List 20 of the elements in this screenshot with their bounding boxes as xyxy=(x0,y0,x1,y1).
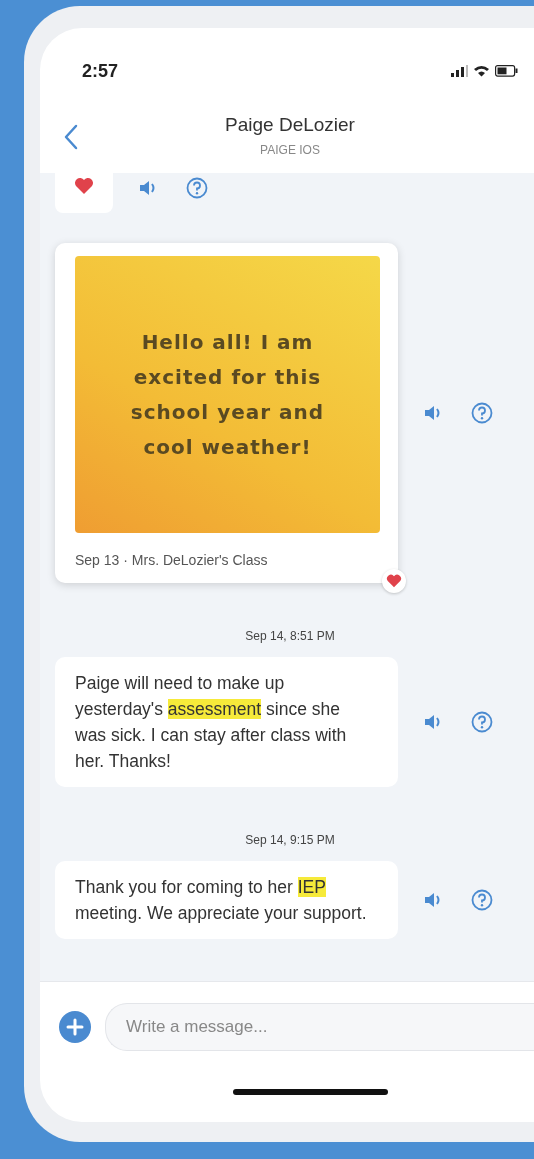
signal-icon xyxy=(451,64,468,78)
contact-name: Paige DeLozier xyxy=(225,114,355,136)
contact-subtitle: PAIGE IOS xyxy=(260,143,320,157)
message-timestamp: Sep 14, 8:51 PM xyxy=(245,629,335,643)
back-icon[interactable] xyxy=(64,124,78,150)
message-text: Paige will need to make up yesterday's assessment since she was sick. I can stay after class with her. Thanks! xyxy=(75,672,348,773)
help-icon[interactable] xyxy=(186,177,208,199)
add-button[interactable] xyxy=(59,1011,91,1043)
wifi-icon xyxy=(474,65,489,77)
help-icon[interactable] xyxy=(471,711,493,733)
battery-icon xyxy=(495,65,518,77)
help-icon[interactable] xyxy=(471,402,493,424)
message-field[interactable]: Write a message... xyxy=(105,1003,534,1051)
post-card[interactable]: Hello all! I am excited for this school year and cool weather! Sep 13 · Mrs. DeLozier's Class xyxy=(55,243,398,583)
message-text: Thank you for coming to her IEP meeting. We appreciate your support. xyxy=(75,876,368,925)
message-timestamp: Sep 14, 9:15 PM xyxy=(245,833,335,847)
post-text: Hello all! I am excited for this school year and cool weather! xyxy=(129,328,326,461)
status-time: 2:57 xyxy=(82,60,119,82)
post-caption: Sep 13 · Mrs. DeLozier's Class xyxy=(75,552,269,568)
help-icon[interactable] xyxy=(471,889,493,911)
